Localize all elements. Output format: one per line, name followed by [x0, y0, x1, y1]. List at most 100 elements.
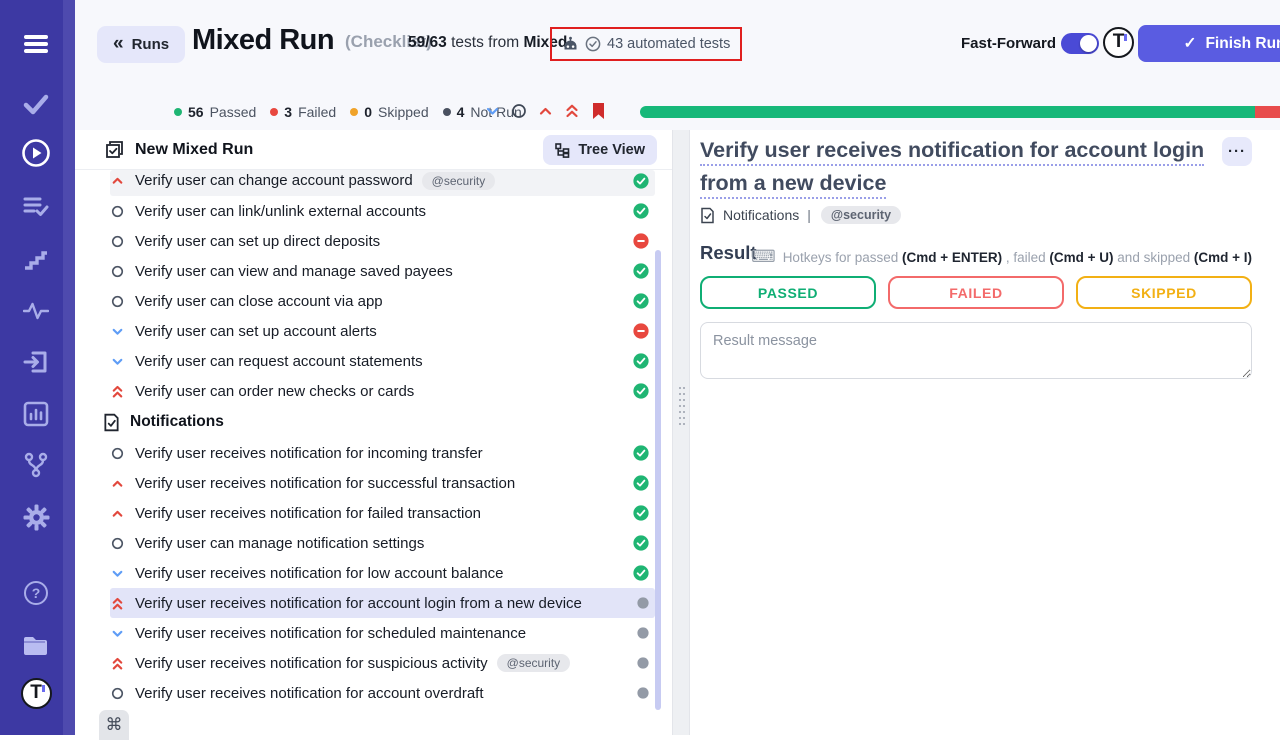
list-title-group: New Mixed Run [105, 140, 253, 159]
tag-badge[interactable]: @security [422, 172, 496, 190]
bookmark-filter-icon[interactable] [591, 102, 606, 120]
test-row[interactable]: Verify user receives notification for ac… [110, 678, 655, 708]
check-icon: ✓ [1183, 34, 1196, 53]
tests-check-icon[interactable] [20, 88, 52, 120]
steps-icon[interactable] [20, 243, 52, 275]
run-counts: 59/63 tests from Mixed [408, 34, 567, 52]
test-row[interactable]: Verify user can set up account alerts [110, 316, 655, 346]
test-row[interactable]: Verify user receives notification for fa… [110, 498, 655, 528]
fast-forward-label: Fast-Forward [961, 35, 1056, 52]
test-row[interactable]: Verify user can link/unlink external acc… [110, 196, 655, 226]
test-row[interactable]: Verify user can change account password @… [110, 170, 655, 196]
result-failed-button[interactable]: FAILED [888, 276, 1064, 309]
status-notrun-icon [637, 687, 649, 699]
chevron-down-filter-icon[interactable] [485, 105, 500, 117]
tag-badge[interactable]: @security [821, 206, 901, 224]
panel-resize-divider[interactable] [672, 130, 690, 735]
test-title: Verify user receives notification for su… [135, 475, 515, 492]
back-to-runs-label: Runs [132, 36, 170, 53]
stat-label: Passed [210, 104, 257, 120]
suite-section-header[interactable]: Notifications [103, 406, 672, 438]
test-row[interactable]: Verify user receives notification for su… [110, 468, 655, 498]
test-title: Verify user receives notification for fa… [135, 505, 481, 522]
list-scrollbar[interactable] [655, 250, 661, 710]
app-logo[interactable]: T [20, 677, 52, 709]
result-skipped-button[interactable]: SKIPPED [1076, 276, 1252, 309]
status-passed-icon [633, 445, 649, 461]
import-icon[interactable] [20, 346, 52, 378]
test-row[interactable]: Verify user can view and manage saved pa… [110, 256, 655, 286]
test-title: Verify user receives notification for ac… [135, 685, 484, 702]
priority-none-icon [110, 295, 124, 308]
stat-label: Skipped [378, 104, 429, 120]
pulse-icon[interactable] [20, 295, 52, 327]
analytics-icon[interactable] [20, 398, 52, 430]
test-row[interactable]: Verify user can order new checks or card… [110, 376, 655, 406]
toggle-knob [1080, 35, 1097, 52]
projects-folder-icon[interactable] [20, 629, 52, 661]
result-heading: Result [700, 242, 757, 264]
priority-down-icon [110, 627, 124, 640]
hotkeys-hint: ⌨Hotkeys for passed (Cmd + ENTER) , fail… [751, 247, 1252, 267]
test-title: Verify user receives notification for sc… [135, 625, 526, 642]
resize-grip-icon [678, 385, 685, 427]
more-icon: ··· [1228, 143, 1246, 160]
status-notrun-icon [637, 657, 649, 669]
tag-badge[interactable]: @security [497, 654, 571, 672]
header-logo[interactable]: T [1103, 27, 1134, 58]
test-title: Verify user receives notification for su… [135, 655, 488, 672]
run-play-icon[interactable] [20, 137, 52, 169]
stat-dot-icon [443, 108, 451, 116]
result-message-input[interactable] [700, 322, 1252, 379]
priority-none-icon [110, 265, 124, 278]
tree-view-button[interactable]: Tree View [543, 135, 657, 165]
test-row[interactable]: Verify user receives notification for su… [110, 648, 655, 678]
test-title: Verify user can request account statemen… [135, 353, 423, 370]
back-to-runs-button[interactable]: « Runs [97, 26, 185, 63]
chevron-up-filter-icon[interactable] [538, 105, 553, 117]
test-row[interactable]: Verify user can set up direct deposits [110, 226, 655, 256]
test-row[interactable]: Verify user can manage notification sett… [110, 528, 655, 558]
branch-icon[interactable] [20, 449, 52, 481]
circle-filter-icon[interactable] [511, 103, 527, 119]
double-chevron-up-filter-icon[interactable] [564, 103, 580, 119]
status-passed-icon [633, 565, 649, 581]
test-list-panel: New Mixed Run Tree View Verify user can … [75, 130, 672, 735]
progress-segment [1255, 106, 1280, 118]
test-row[interactable]: Verify user can close account via app [110, 286, 655, 316]
command-shortcut-button[interactable]: ⌘ [99, 710, 129, 740]
suite-breadcrumb-label[interactable]: Notifications [723, 207, 799, 223]
test-row[interactable]: Verify user receives notification for ac… [110, 588, 655, 618]
test-detail-panel: Verify user receives notification for ac… [690, 130, 1280, 735]
result-passed-button[interactable]: PASSED [700, 276, 876, 309]
stat-dot-icon [270, 108, 278, 116]
priority-down-icon [110, 567, 124, 580]
test-plans-icon[interactable] [20, 191, 52, 223]
run-title: Mixed Run [192, 24, 334, 57]
priority-down-icon [110, 355, 124, 368]
menu-icon[interactable] [20, 28, 52, 60]
stat-skipped: 0Skipped [350, 104, 428, 120]
list-header: New Mixed Run Tree View [75, 130, 672, 170]
stat-dot-icon [350, 108, 358, 116]
fast-forward-toggle[interactable] [1061, 33, 1099, 54]
stat-value: 4 [457, 104, 465, 120]
priority-up-icon [110, 174, 124, 187]
more-options-button[interactable]: ··· [1222, 137, 1252, 166]
settings-gear-icon[interactable] [20, 501, 52, 533]
test-row[interactable]: Verify user receives notification for in… [110, 438, 655, 468]
test-title: Verify user can set up account alerts [135, 323, 377, 340]
test-row[interactable]: Verify user receives notification for lo… [110, 558, 655, 588]
command-icon: ⌘ [106, 715, 123, 735]
status-passed-icon [633, 263, 649, 279]
help-icon[interactable]: ? [20, 577, 52, 609]
test-row[interactable]: Verify user receives notification for sc… [110, 618, 655, 648]
stat-value: 56 [188, 104, 204, 120]
finish-run-label: Finish Run [1205, 35, 1280, 53]
finish-run-button[interactable]: ✓ Finish Run [1138, 25, 1280, 62]
test-row[interactable]: Verify user can request account statemen… [110, 346, 655, 376]
test-title: Verify user can change account password [135, 172, 413, 189]
status-failed-icon [633, 323, 649, 339]
status-passed-icon [633, 173, 649, 189]
test-title: Verify user can close account via app [135, 293, 383, 310]
